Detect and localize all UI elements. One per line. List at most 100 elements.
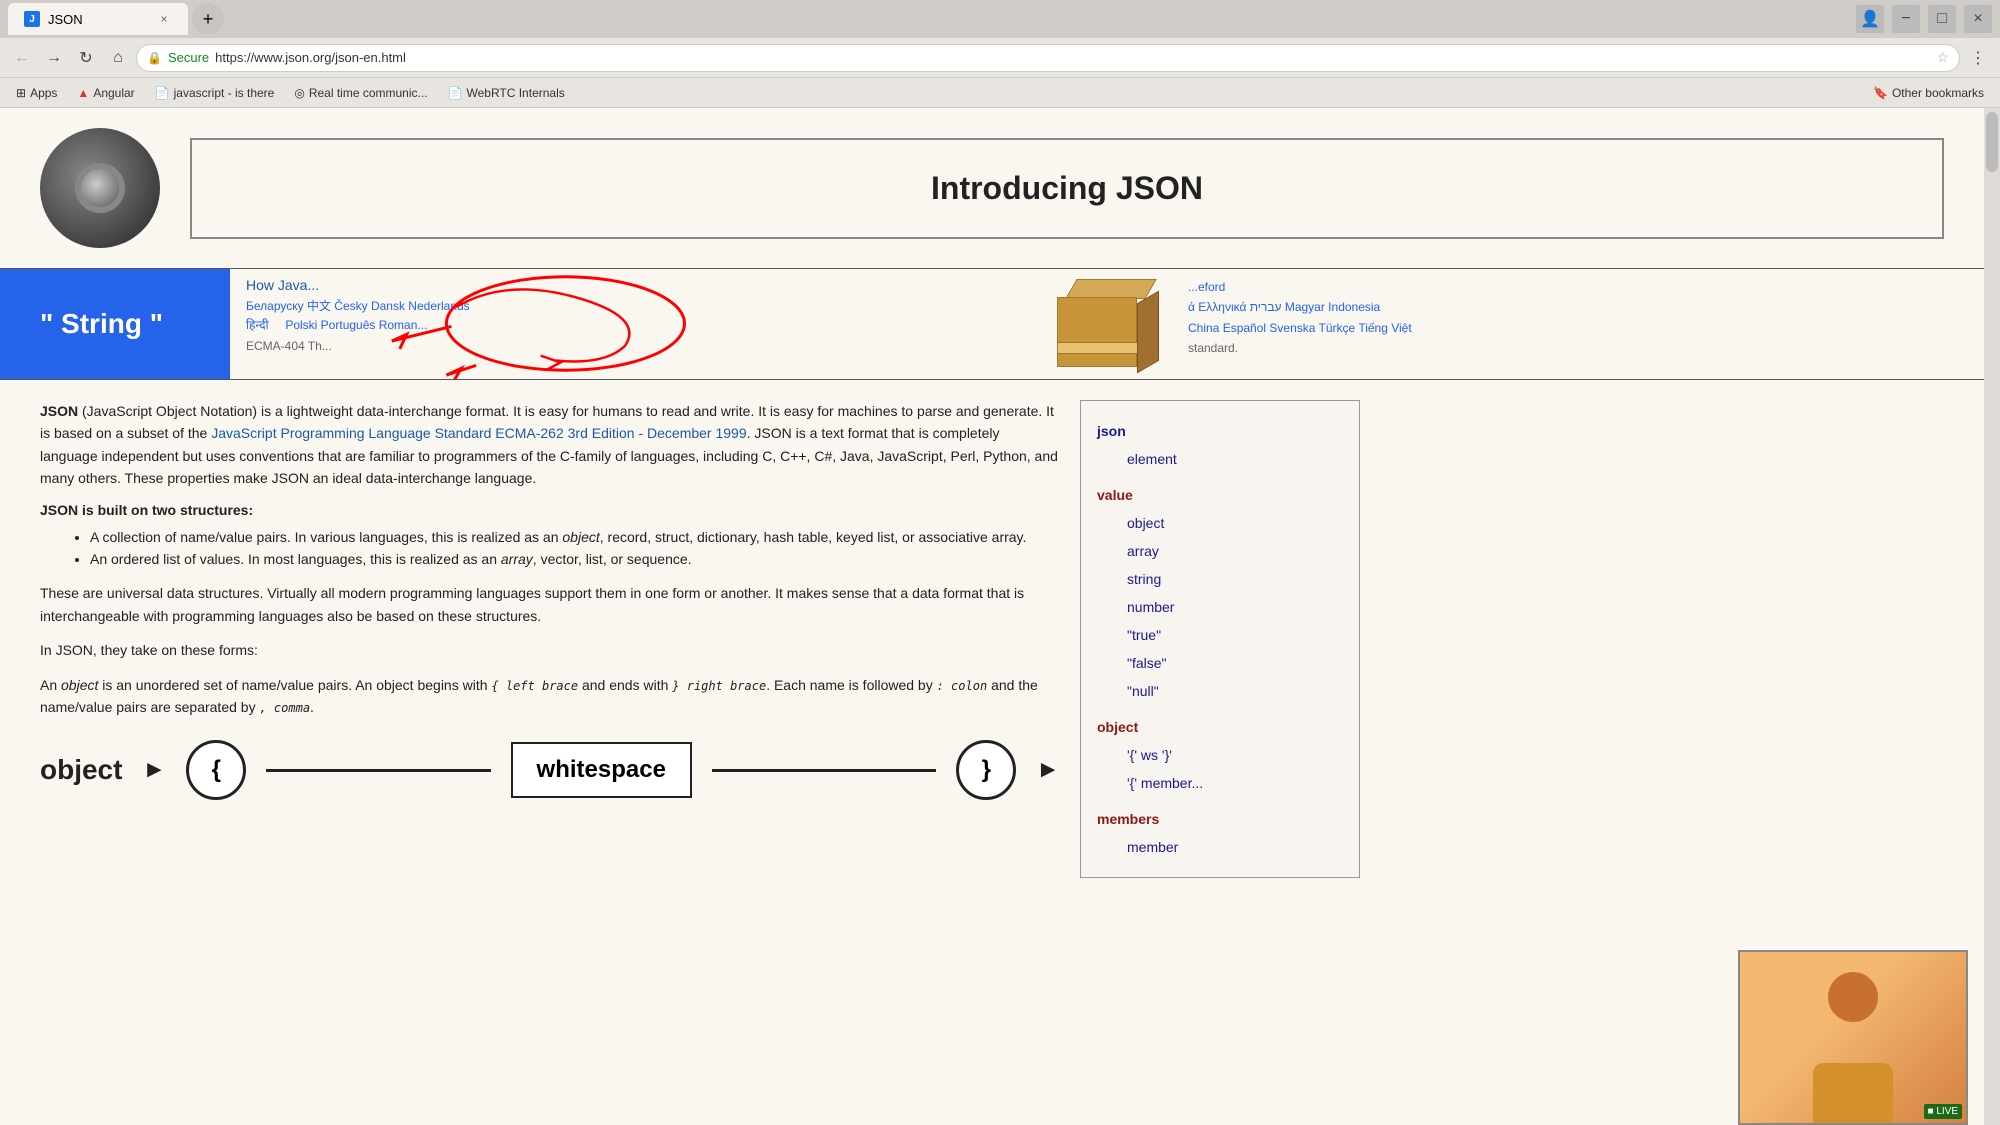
sidebar-ws2[interactable]: '{' member...	[1127, 769, 1343, 797]
sidebar-false[interactable]: "false"	[1127, 649, 1343, 677]
webrtc-bookmark-icon: 📄	[448, 86, 463, 100]
close-button[interactable]: ×	[1964, 5, 1992, 33]
sidebar-string[interactable]: string	[1127, 565, 1343, 593]
bookmark-realtime[interactable]: ◎ Real time communic...	[286, 84, 435, 102]
diagram-arrow-start: ►	[142, 756, 166, 784]
structure-item-2: An ordered list of values. In most langu…	[90, 548, 1060, 570]
structures-list: A collection of name/value pairs. In var…	[90, 526, 1060, 571]
diagram-line	[266, 769, 490, 772]
content-left: JSON (JavaScript Object Notation) is a l…	[40, 400, 1060, 878]
page-main: Introducing JSON " String " How Java...	[0, 108, 1984, 1125]
sidebar-element[interactable]: element	[1127, 445, 1343, 473]
nav-links-area: How Java... Беларуску 中文 Česky Dansk Ned…	[230, 269, 1042, 379]
realtime-bookmark-icon: ◎	[294, 86, 304, 100]
languages-text: Беларуску 中文 Česky Dansk Nederlands	[246, 299, 470, 313]
person-body	[1813, 1063, 1893, 1123]
universal-paragraph: These are universal data structures. Vir…	[40, 582, 1060, 627]
scrollbar[interactable]	[1984, 108, 2000, 1125]
sidebar-member[interactable]: member	[1127, 833, 1343, 861]
box-3d-icon	[1057, 279, 1157, 369]
bookmark-webrtc[interactable]: 📄 WebRTC Internals	[440, 84, 573, 102]
title-bar: J JSON × + 👤 − □ ×	[0, 0, 2000, 38]
other-bookmarks-label: Other bookmarks	[1892, 86, 1984, 100]
diagram-whitespace: whitespace	[511, 742, 692, 798]
sidebar-number[interactable]: number	[1127, 593, 1343, 621]
bookmark-star[interactable]: ☆	[1936, 49, 1949, 66]
intro-paragraph-1: JSON (JavaScript Object Notation) is a l…	[40, 400, 1060, 490]
string-box: " String "	[0, 269, 230, 379]
logo-inner	[75, 163, 125, 213]
content-right: json element value object array string n…	[1080, 400, 1360, 878]
open-brace-label: {	[212, 756, 221, 784]
window-controls: 👤 − □ ×	[1856, 5, 1992, 33]
bookmark-realtime-label: Real time communic...	[309, 86, 428, 100]
site-title: Introducing JSON	[931, 170, 1203, 206]
page-content: Introducing JSON " String " How Java...	[0, 108, 2000, 1125]
person-head	[1828, 972, 1878, 1022]
sidebar-value[interactable]: value	[1097, 481, 1343, 509]
scrollbar-thumb[interactable]	[1986, 112, 1998, 172]
lang-right: ...eford ά Ελληνικά עברית Magyar Indones…	[1172, 269, 1984, 379]
active-tab[interactable]: J JSON ×	[8, 3, 188, 35]
url-display: https://www.json.org/json-en.html	[215, 50, 406, 65]
sidebar-true[interactable]: "true"	[1127, 621, 1343, 649]
ecma-ref: ECMA-404 Th...	[246, 339, 1026, 353]
box-side	[1137, 291, 1159, 374]
home-button[interactable]: ⌂	[104, 44, 132, 72]
secure-label: Secure	[168, 50, 209, 65]
ecma-ref-right: standard.	[1188, 341, 1238, 355]
tab-close-button[interactable]: ×	[156, 11, 172, 27]
bookmark-javascript-label: javascript - is there	[174, 86, 275, 100]
how-java-link[interactable]: How Java...	[246, 277, 319, 293]
sidebar-ws1[interactable]: '{' ws '}'	[1127, 741, 1343, 769]
bookmarks-bar: ⊞ Apps ▲ Angular 📄 javascript - is there…	[0, 78, 2000, 108]
angular-bookmark-icon: ▲	[77, 86, 89, 100]
diagram-open-brace: {	[186, 740, 246, 800]
bookmark-javascript[interactable]: 📄 javascript - is there	[147, 84, 283, 102]
tab-favicon: J	[24, 11, 40, 27]
ecma-link[interactable]: JavaScript Programming Language Standard…	[211, 425, 746, 441]
bookmark-webrtc-label: WebRTC Internals	[466, 86, 564, 100]
new-tab-button[interactable]: +	[192, 3, 224, 35]
diagram-arrow-end: ►	[1036, 756, 1060, 784]
sidebar-object2[interactable]: object	[1097, 713, 1343, 741]
refresh-button[interactable]: ↻	[72, 44, 100, 72]
profile-button[interactable]: 👤	[1856, 5, 1884, 33]
sidebar-array[interactable]: array	[1127, 537, 1343, 565]
object-diagram: object ► { whitespace }	[40, 730, 1060, 810]
object-def-paragraph: An object is an unordered set of name/va…	[40, 674, 1060, 719]
nav-bar: ← → ↻ ⌂ 🔒 Secure https://www.json.org/js…	[0, 38, 2000, 78]
video-overlay: ■ LIVE	[1738, 950, 1968, 1125]
diagram-line-2	[712, 769, 936, 772]
page-scroll-area: Introducing JSON " String " How Java...	[0, 108, 2000, 1125]
browser-window: J JSON × + 👤 − □ × ← → ↻ ⌂ 🔒 Secure http…	[0, 0, 2000, 1125]
more-menu-button[interactable]: ⋮	[1964, 44, 1992, 72]
bookmark-apps[interactable]: ⊞ Apps	[8, 84, 65, 102]
other-bookmarks[interactable]: 🔖 Other bookmarks	[1865, 84, 1992, 102]
box-front	[1057, 297, 1137, 367]
forward-button[interactable]: →	[40, 44, 68, 72]
maximize-button[interactable]: □	[1928, 5, 1956, 33]
ecma-text: ECMA-404 Th...	[246, 339, 332, 353]
forms-paragraph: In JSON, they take on these forms:	[40, 639, 1060, 661]
box-image	[1042, 269, 1172, 379]
sidebar-object[interactable]: object	[1127, 509, 1343, 537]
video-person	[1740, 952, 1966, 1123]
nav-actions: ⋮	[1964, 44, 1992, 72]
site-title-box: Introducing JSON	[190, 138, 1944, 239]
sidebar-null[interactable]: "null"	[1127, 677, 1343, 705]
nav-strip: " String " How Java... Беларуску 中文 Česk…	[0, 268, 1984, 380]
sidebar-members[interactable]: members	[1097, 805, 1343, 833]
whitespace-label: whitespace	[537, 756, 666, 783]
lang-right-text: ά Ελληνικά עברית Magyar Indonesia	[1188, 300, 1380, 314]
lang-right-text-2: China Español Svenska Türkçe Tiếng Việt	[1188, 321, 1412, 335]
sidebar-json[interactable]: json	[1097, 417, 1343, 445]
address-bar[interactable]: 🔒 Secure https://www.json.org/json-en.ht…	[136, 44, 1960, 72]
nav-strip-wrapper: " String " How Java... Беларуску 中文 Česk…	[0, 268, 1984, 380]
minimize-button[interactable]: −	[1892, 5, 1920, 33]
close-brace-label: }	[982, 756, 991, 784]
site-logo	[40, 128, 160, 248]
apps-bookmark-icon: ⊞	[16, 86, 26, 100]
back-button[interactable]: ←	[8, 44, 36, 72]
bookmark-angular[interactable]: ▲ Angular	[69, 84, 142, 102]
